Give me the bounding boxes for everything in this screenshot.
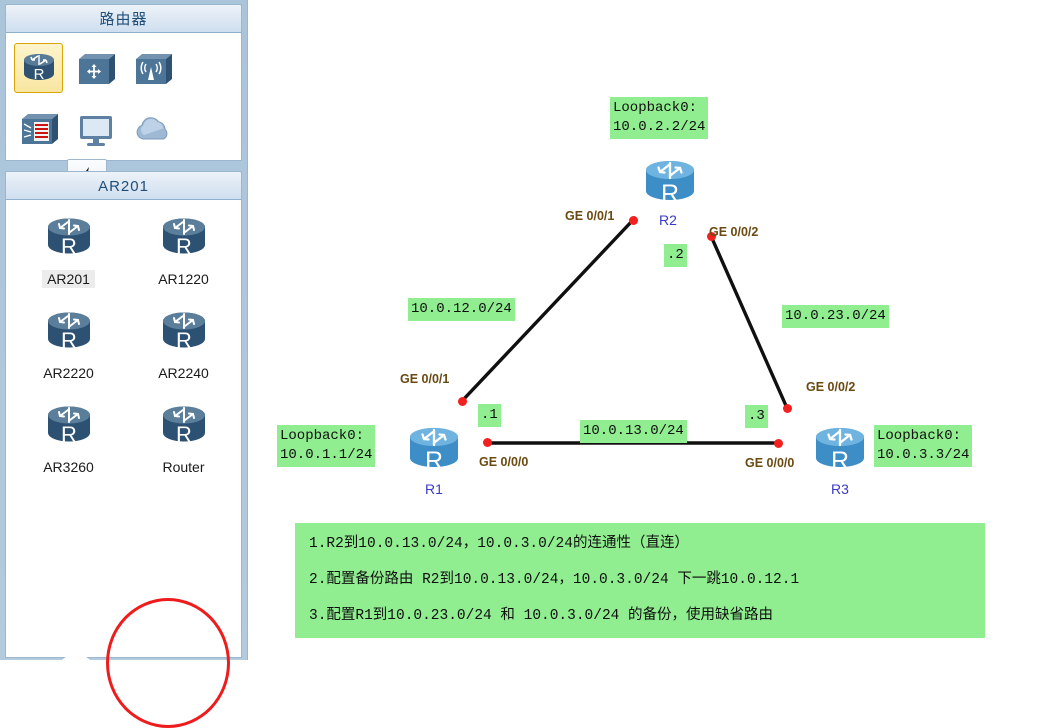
interface-label-r1-ge000: GE 0/0/0 (479, 455, 529, 469)
router-device-icon: R (47, 406, 90, 447)
router-device-icon: R (47, 312, 90, 353)
red-ellipse-highlight (106, 598, 230, 728)
device-label: AR1220 (158, 271, 209, 287)
router-device-icon: R (162, 312, 205, 353)
device-label: AR201 (42, 270, 95, 288)
interface-dot-r3-ge000 (774, 439, 783, 448)
device-item-ar3260[interactable]: R AR3260 (16, 398, 121, 492)
svg-text:R: R (425, 447, 443, 475)
pc-icon (79, 116, 112, 146)
annotation-network-10-0-23-0: 10.0.23.0/24 (782, 305, 889, 328)
annotation-loopback-r2: Loopback0: 10.0.2.2/24 (610, 97, 709, 139)
svg-text:R: R (61, 234, 77, 259)
device-type-icon-grid: R (5, 33, 242, 204)
annotation-host-r2: .2 (664, 244, 687, 267)
interface-label-r1-ge001: GE 0/0/1 (400, 372, 450, 386)
topology-canvas[interactable]: R R1 R R2 R R3 GE 0/0/1 GE 0/0/2 GE 0/0/… (247, 0, 1046, 660)
device-label: AR2220 (43, 365, 94, 381)
cloud-icon (136, 117, 167, 140)
svg-text:R: R (61, 328, 77, 353)
svg-text:R: R (176, 422, 192, 447)
annotation-loopback-r3: Loopback0: 10.0.3.3/24 (874, 425, 973, 467)
interface-label-r3-ge000: GE 0/0/0 (745, 456, 795, 470)
note-line-1: 1.R2到10.0.13.0/24，10.0.3.0/24的连通性（直连） (309, 536, 689, 552)
router-icon-button[interactable]: R (14, 43, 63, 93)
svg-text:R: R (61, 422, 77, 447)
device-item-ar2220[interactable]: R AR2220 (16, 304, 121, 398)
router-device-icon: R (47, 218, 90, 259)
switch-icon-button[interactable] (67, 39, 124, 99)
router-node-r2[interactable]: R (639, 155, 701, 213)
annotation-loopback-r1: Loopback0: 10.0.1.1/24 (277, 425, 376, 467)
interface-dot-r2-ge001 (629, 216, 638, 225)
interface-label-r3-ge002: GE 0/0/2 (806, 380, 856, 394)
interface-dot-r1-ge000 (483, 438, 492, 447)
annotation-host-r1: .1 (478, 404, 501, 427)
collapse-chevron-icon[interactable] (62, 649, 90, 660)
router-device-icon: R (410, 428, 458, 475)
cloud-icon-button[interactable] (124, 99, 181, 159)
router-device-icon: R (816, 428, 864, 475)
annotation-host-r3: .3 (745, 405, 768, 428)
annotation-network-10-0-12-0: 10.0.12.0/24 (408, 298, 515, 321)
emulator-window: 路由器 R AR201 R AR201 R AR1220 R AR2220 R … (0, 0, 1046, 728)
device-list-grid: R AR201 R AR1220 R AR2220 R AR2240 R AR3… (5, 200, 242, 728)
router-node-r1[interactable]: R (403, 422, 465, 480)
device-item-ar1220[interactable]: R AR1220 (131, 210, 236, 304)
device-type-section: 路由器 R (5, 4, 242, 204)
note-line-2: 2.配置备份路由 R2到10.0.13.0/24，10.0.3.0/24 下一跳… (309, 572, 800, 588)
wlan-ap-icon (135, 54, 172, 84)
router-icon: R (23, 54, 54, 83)
device-item-ar2240[interactable]: R AR2240 (131, 304, 236, 398)
svg-text:R: R (831, 447, 849, 475)
device-list-title: AR201 (5, 171, 242, 200)
device-label: AR3260 (43, 459, 94, 475)
router-node-r3[interactable]: R (809, 422, 871, 480)
interface-dot-r3-ge002 (783, 404, 792, 413)
switch-icon (78, 54, 115, 84)
svg-text:R: R (661, 180, 679, 208)
firewall-icon-button[interactable] (10, 99, 67, 159)
router-label-r1: R1 (425, 481, 443, 497)
router-device-icon: R (162, 406, 205, 447)
device-label: AR2240 (158, 365, 209, 381)
interface-label-r2-ge002: GE 0/0/2 (709, 225, 759, 239)
annotation-network-10-0-13-0: 10.0.13.0/24 (580, 420, 687, 443)
firewall-icon (21, 114, 58, 144)
device-list-section: AR201 R AR201 R AR1220 R AR2220 R AR2240… (5, 171, 242, 728)
device-item-router[interactable]: R Router (131, 398, 236, 492)
svg-text:R: R (176, 234, 192, 259)
device-item-ar201[interactable]: R AR201 (16, 210, 121, 304)
task-notes-block: 1.R2到10.0.13.0/24，10.0.3.0/24的连通性（直连） 2.… (295, 523, 985, 638)
router-device-icon: R (162, 218, 205, 259)
interface-dot-r1-ge001 (458, 397, 467, 406)
wlan-ap-icon-button[interactable] (124, 39, 181, 99)
router-label-r3: R3 (831, 481, 849, 497)
router-device-icon: R (646, 161, 694, 208)
router-label-r2: R2 (659, 212, 677, 228)
pc-icon-button[interactable] (67, 99, 124, 159)
device-type-title: 路由器 (5, 4, 242, 33)
device-label: Router (162, 459, 205, 475)
svg-text:R: R (33, 66, 44, 83)
svg-text:R: R (176, 328, 192, 353)
note-line-3: 3.配置R1到10.0.23.0/24 和 10.0.3.0/24 的备份，使用… (309, 608, 774, 624)
interface-label-r2-ge001: GE 0/0/1 (565, 209, 615, 223)
device-palette-panel: 路由器 R AR201 R AR201 R AR1220 R AR2220 R … (0, 0, 247, 728)
link-r2-r3 (709, 234, 789, 410)
